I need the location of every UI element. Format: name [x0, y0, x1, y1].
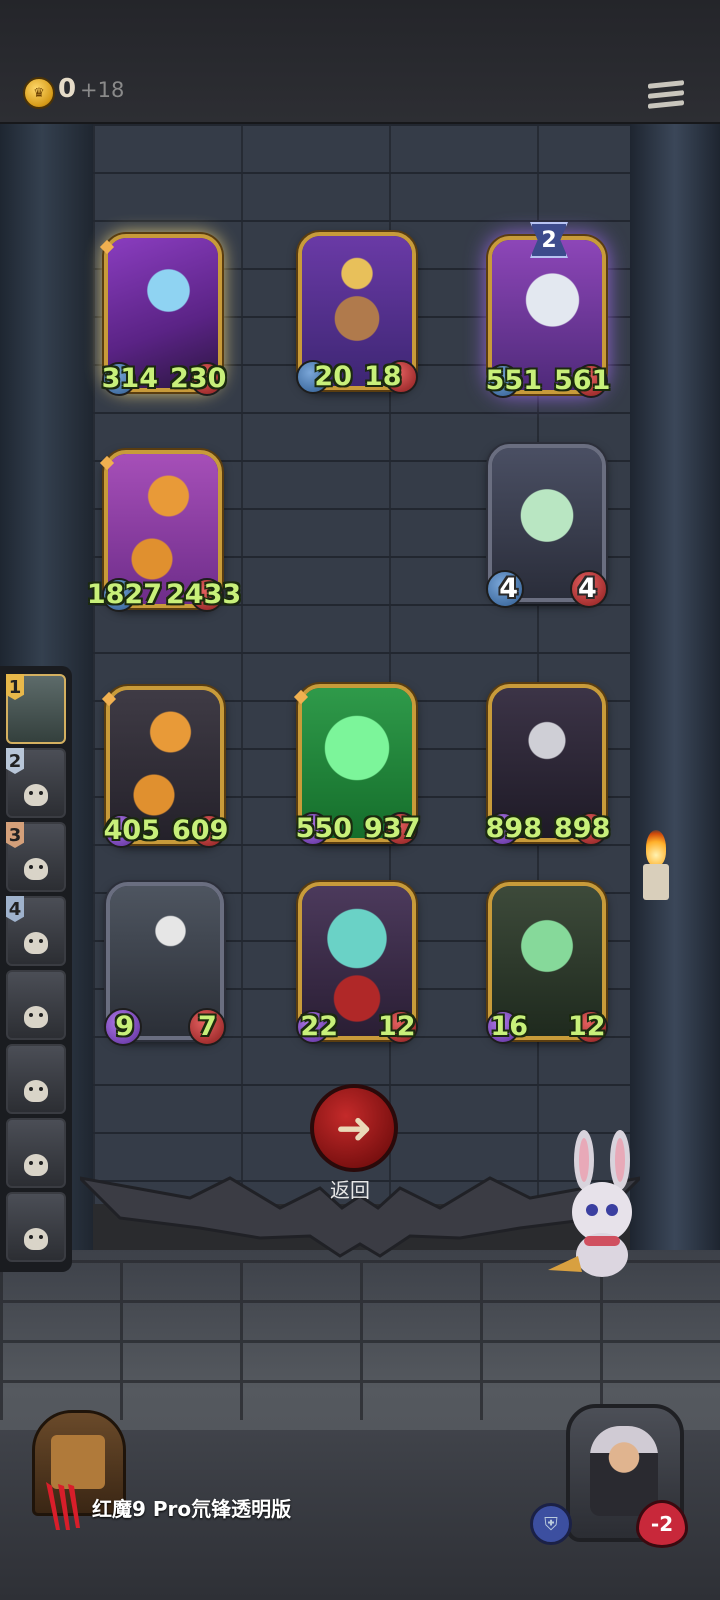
brand-watermark: 红魔9 Pro氘锋透明版 — [92, 1497, 292, 1521]
skull-icon — [24, 1154, 48, 1176]
health-value: 2433 — [166, 579, 242, 610]
attack-value: 20 — [314, 361, 352, 392]
attack-value: 314 — [101, 363, 158, 394]
bunny-mascot[interactable] — [548, 1130, 658, 1290]
unit-card-pumpkin-duo-gold[interactable]: 1827 2433 — [87, 450, 241, 612]
unit-card-pale-horse[interactable]: 2 551 561 — [485, 222, 610, 398]
health-value: 937 — [364, 813, 421, 844]
menu-icon[interactable] — [648, 80, 684, 114]
health-value: 4 — [578, 573, 597, 604]
unit-card-serpent-bat[interactable]: 4 4 — [486, 444, 608, 608]
skull-icon — [24, 858, 48, 880]
queue-slot-2[interactable]: 2 — [6, 748, 66, 818]
skull-icon — [24, 932, 48, 954]
unit-card-skull-mage[interactable]: 9 7 — [104, 882, 226, 1046]
attack-value: 16 — [490, 1011, 528, 1042]
hero-face — [590, 1426, 658, 1516]
attack-value: 1827 — [86, 579, 162, 610]
arrow-left-icon: ➜ — [335, 1102, 373, 1154]
health-value: 12 — [378, 1011, 416, 1042]
queue-slot-6[interactable] — [6, 1044, 66, 1114]
candle — [643, 864, 669, 900]
right-pillar — [630, 124, 720, 1284]
skull-icon — [24, 1006, 48, 1028]
gold-income: +18 — [80, 78, 125, 102]
back-button[interactable]: ➜ — [310, 1084, 398, 1172]
torch — [640, 830, 674, 900]
attack-value: 898 — [485, 813, 542, 844]
queue-slot-7[interactable] — [6, 1118, 66, 1188]
rank-badge: 1 — [6, 674, 24, 700]
unit-card-cursed-blade[interactable]: 16 12 — [486, 882, 608, 1044]
red-magic-logo-icon — [46, 1482, 80, 1530]
unit-card-pumpkin-duo[interactable]: 405 609 — [101, 686, 228, 848]
back-label: 返回 — [330, 1178, 370, 1202]
health-value: 18 — [364, 361, 402, 392]
attack-value: 4 — [499, 573, 518, 604]
skull-icon — [24, 1080, 48, 1102]
health-value: 7 — [198, 1011, 217, 1042]
shield-icon: ⛨ — [530, 1503, 572, 1545]
unit-card-lich-lord[interactable]: 898 898 — [485, 684, 610, 846]
health-value: 609 — [172, 815, 229, 846]
unit-card-storm-sorceress[interactable]: 314 230 — [99, 234, 226, 396]
flame-icon — [646, 830, 666, 866]
queue-slot-1[interactable]: 1 — [6, 674, 66, 744]
health-value: 12 — [568, 1011, 606, 1042]
health-value: 230 — [170, 363, 227, 394]
queue-slot-8[interactable] — [6, 1192, 66, 1262]
attack-value: 551 — [485, 365, 542, 396]
attack-value: 9 — [115, 1011, 134, 1042]
gold-count: 0 — [58, 74, 77, 104]
rank-badge: 3 — [6, 822, 24, 848]
unit-card-green-ghost-swordsman[interactable]: 550 937 — [293, 684, 420, 846]
skull-icon — [24, 784, 48, 806]
top-bar: ♛ 0 +18 — [0, 0, 720, 125]
health-value: 561 — [554, 365, 611, 396]
attack-value: 550 — [295, 813, 352, 844]
crown-coin-icon: ♛ — [23, 77, 55, 109]
queue-slot-4[interactable]: 4 — [6, 896, 66, 966]
attack-value: 405 — [103, 815, 160, 846]
attack-value: 22 — [300, 1011, 338, 1042]
queue-slot-5[interactable] — [6, 970, 66, 1040]
opponent-queue: 1 2 3 4 — [0, 666, 72, 1272]
unit-card-dwarf-king[interactable]: 20 18 — [296, 232, 418, 394]
rank-badge: 4 — [6, 896, 24, 922]
skull-icon — [24, 1228, 48, 1250]
rank-badge: 2 — [6, 748, 24, 774]
unit-card-spectral-brute[interactable]: 22 12 — [296, 882, 418, 1044]
health-value: 898 — [554, 813, 611, 844]
queue-slot-3[interactable]: 3 — [6, 822, 66, 892]
